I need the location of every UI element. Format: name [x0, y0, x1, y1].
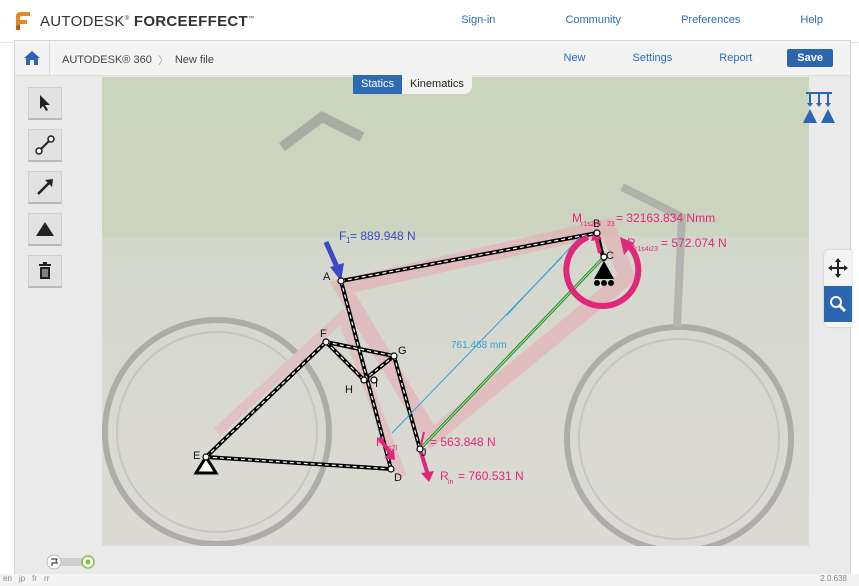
member-tool-button[interactable]	[28, 129, 62, 162]
magnifier-icon	[830, 296, 847, 313]
home-icon	[24, 51, 40, 65]
help-link[interactable]: Help	[800, 14, 823, 26]
supports-palette-button[interactable]	[802, 91, 836, 130]
distributed-load-supports-icon	[803, 92, 835, 123]
force-f1-label: F 1 = 889.948 N	[339, 229, 416, 245]
breadcrumb: AUTODESK® 360 〉 New file	[62, 52, 214, 68]
svg-text:r1s4i23: r1s4i23	[635, 246, 658, 253]
svg-text:= 572.074 N: = 572.074 N	[661, 236, 727, 250]
tab-kinematics[interactable]: Kinematics	[402, 75, 472, 94]
label-e: E	[193, 450, 200, 462]
breadcrumb-root[interactable]: AUTODESK® 360	[62, 54, 152, 66]
lang-rr[interactable]: rr	[44, 574, 49, 583]
support-tool-button[interactable]	[28, 213, 62, 246]
move-icon	[828, 258, 848, 278]
drawing-canvas[interactable]: 761.468 mm A B C D E F G H I J F 1 = 889…	[102, 77, 809, 546]
svg-text:= 563.848 N: = 563.848 N	[430, 435, 496, 449]
support-triangle-icon	[36, 222, 54, 236]
trash-icon	[39, 262, 51, 279]
svg-text:rts2l: rts2l	[384, 445, 398, 452]
autodesk-logo-icon	[16, 12, 30, 30]
footer: en jp fr rr 2.0.638	[0, 574, 859, 586]
svg-text:= 760.531 N: = 760.531 N	[458, 469, 524, 483]
lang-en[interactable]: en	[3, 574, 12, 583]
label-a: A	[323, 271, 331, 283]
gear-icon	[85, 559, 91, 565]
label-d: D	[394, 472, 402, 484]
label-i: I	[375, 378, 378, 390]
language-links: en jp fr rr	[3, 574, 49, 583]
node-g[interactable]	[390, 352, 398, 360]
snap-toggle[interactable]	[45, 554, 95, 570]
sign-in-link[interactable]: Sign-in	[461, 14, 495, 26]
app-toolbar: AUTODESK® 360 〉 New file New Settings Re…	[15, 41, 850, 76]
lang-jp[interactable]: jp	[19, 574, 25, 583]
select-arrow-icon	[40, 95, 50, 111]
home-button[interactable]	[15, 41, 50, 75]
brand: AUTODESK® FORCEEFFECT™	[14, 10, 254, 32]
top-header: AUTODESK® FORCEEFFECT™ Sign-in Community…	[0, 0, 859, 43]
dimension-label: 761.468 mm	[451, 340, 507, 351]
report-link[interactable]: Report	[719, 52, 752, 64]
save-button[interactable]: Save	[787, 49, 833, 67]
new-link[interactable]: New	[564, 52, 586, 64]
svg-text:in: in	[448, 479, 454, 486]
svg-text:= 889.948 N: = 889.948 N	[350, 229, 416, 243]
label-g: G	[398, 345, 407, 357]
tab-statics[interactable]: Statics	[353, 75, 403, 94]
label-f: F	[320, 328, 327, 340]
member-tool-icon	[35, 135, 55, 155]
version-label: 2.0.638	[820, 574, 847, 583]
node-a[interactable]	[337, 277, 345, 285]
mode-tabs: Statics Kinematics	[353, 75, 472, 94]
settings-link[interactable]: Settings	[633, 52, 673, 64]
pan-button[interactable]	[824, 250, 852, 286]
lang-fr[interactable]: fr	[32, 574, 37, 583]
label-c: C	[606, 250, 614, 262]
app-nav: New Settings Report Save	[564, 41, 851, 75]
view-controls	[824, 250, 852, 327]
preferences-link[interactable]: Preferences	[681, 14, 740, 26]
app-frame: AUTODESK® 360 〉 New file New Settings Re…	[14, 40, 852, 578]
node-h[interactable]	[360, 376, 368, 384]
zoom-button[interactable]	[824, 286, 852, 322]
svg-text:r1s2r3: r1s2r3	[581, 221, 601, 228]
node-b[interactable]	[593, 229, 601, 237]
force-arrow-icon	[37, 179, 53, 195]
force-tool-button[interactable]	[28, 171, 62, 204]
bottom-bar	[15, 546, 850, 577]
svg-text:23: 23	[607, 221, 615, 228]
top-nav: Sign-in Community Preferences Help	[461, 14, 823, 26]
breadcrumb-file: New file	[174, 54, 214, 66]
left-toolbar	[28, 87, 62, 297]
brand-name: AUTODESK® FORCEEFFECT™	[40, 12, 255, 30]
select-tool-button[interactable]	[28, 87, 62, 120]
delete-tool-button[interactable]	[28, 255, 62, 288]
svg-text:= 32163.834 Nmm: = 32163.834 Nmm	[616, 211, 715, 225]
breadcrumb-separator: 〉	[157, 55, 169, 67]
diagram-svg: 761.468 mm A B C D E F G H I J F 1 = 889…	[102, 77, 809, 546]
community-link[interactable]: Community	[565, 14, 621, 26]
label-h: H	[345, 384, 353, 396]
node-e[interactable]	[202, 453, 210, 461]
label-j: J	[421, 447, 427, 459]
